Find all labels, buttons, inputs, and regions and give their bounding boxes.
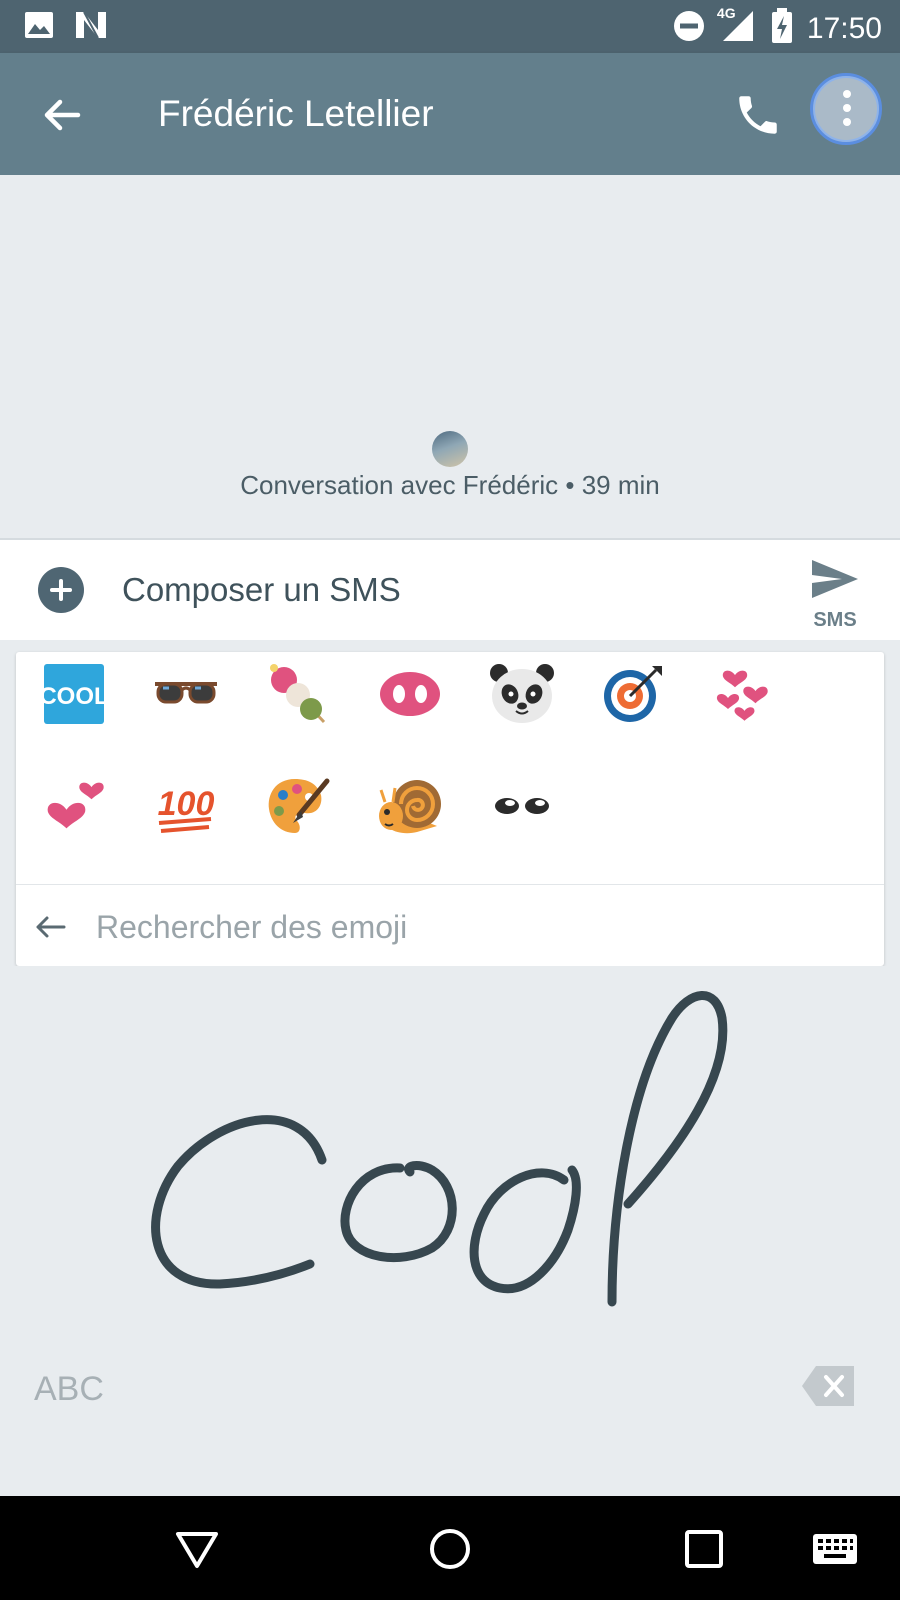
image-icon <box>24 11 54 44</box>
navigation-bar <box>0 1496 900 1600</box>
n-icon <box>74 10 108 45</box>
pig-nose-emoji[interactable] <box>370 654 450 734</box>
hundred-points-emoji[interactable]: 100 <box>146 766 226 846</box>
message-input[interactable] <box>122 560 762 620</box>
eyes-emoji[interactable] <box>482 766 562 846</box>
svg-text:COOL: COOL <box>42 683 106 710</box>
conversation-caption: Conversation avec Frédéric • 39 min <box>240 470 660 500</box>
app-bar: Frédéric Letellier <box>0 53 900 175</box>
artist-palette-emoji[interactable] <box>258 766 338 846</box>
search-back-icon[interactable] <box>32 909 68 945</box>
status-time: 17:50 <box>806 11 882 45</box>
dango-emoji[interactable] <box>258 654 338 734</box>
contact-small-avatar <box>432 431 468 467</box>
handwriting-input-area[interactable]: ABC <box>0 966 900 1496</box>
send-icon <box>812 560 858 598</box>
home-circle-icon[interactable] <box>425 1524 475 1574</box>
panda-emoji[interactable] <box>482 654 562 734</box>
emoji-search-input[interactable] <box>96 899 796 955</box>
recents-square-icon[interactable] <box>679 1524 729 1574</box>
status-bar: 4G 17:50 <box>0 0 900 53</box>
conversation-area: Conversation avec Frédéric • 39 min <box>0 175 900 538</box>
contact-avatar[interactable] <box>810 73 882 145</box>
keyboard-icon[interactable] <box>810 1524 860 1574</box>
emoji-suggestion-panel: COOL 100 <box>16 652 884 966</box>
network-type: 4G <box>716 5 736 21</box>
switch-to-keyboard-abc[interactable]: ABC <box>34 1370 104 1409</box>
send-label: SMS <box>813 609 857 631</box>
two-hearts-emoji[interactable] <box>34 766 114 846</box>
cool-emoji[interactable]: COOL <box>34 654 114 734</box>
back-triangle-icon[interactable] <box>172 1524 222 1574</box>
send-sms-button[interactable]: SMS <box>800 558 870 636</box>
phone-icon[interactable] <box>733 90 783 140</box>
signal-icon: 4G <box>717 5 757 48</box>
battery-charging-icon <box>771 8 793 49</box>
add-attachment-button[interactable] <box>38 567 84 613</box>
revolving-hearts-emoji[interactable] <box>706 654 786 734</box>
emoji-grid: COOL 100 <box>16 652 884 884</box>
more-options-icon <box>843 90 851 126</box>
backspace-icon[interactable] <box>800 1364 856 1408</box>
sunglasses-emoji[interactable] <box>146 654 226 734</box>
handwritten-cool-stroke <box>151 991 728 1307</box>
contact-name-title: Frédéric Letellier <box>158 93 434 134</box>
compose-bar: SMS <box>0 538 900 640</box>
snail-emoji[interactable] <box>370 766 450 846</box>
back-arrow-icon[interactable] <box>38 91 86 139</box>
do-not-disturb-icon <box>673 10 705 47</box>
emoji-search-row <box>16 884 884 966</box>
svg-text:100: 100 <box>158 785 215 823</box>
direct-hit-emoji[interactable] <box>594 654 674 734</box>
